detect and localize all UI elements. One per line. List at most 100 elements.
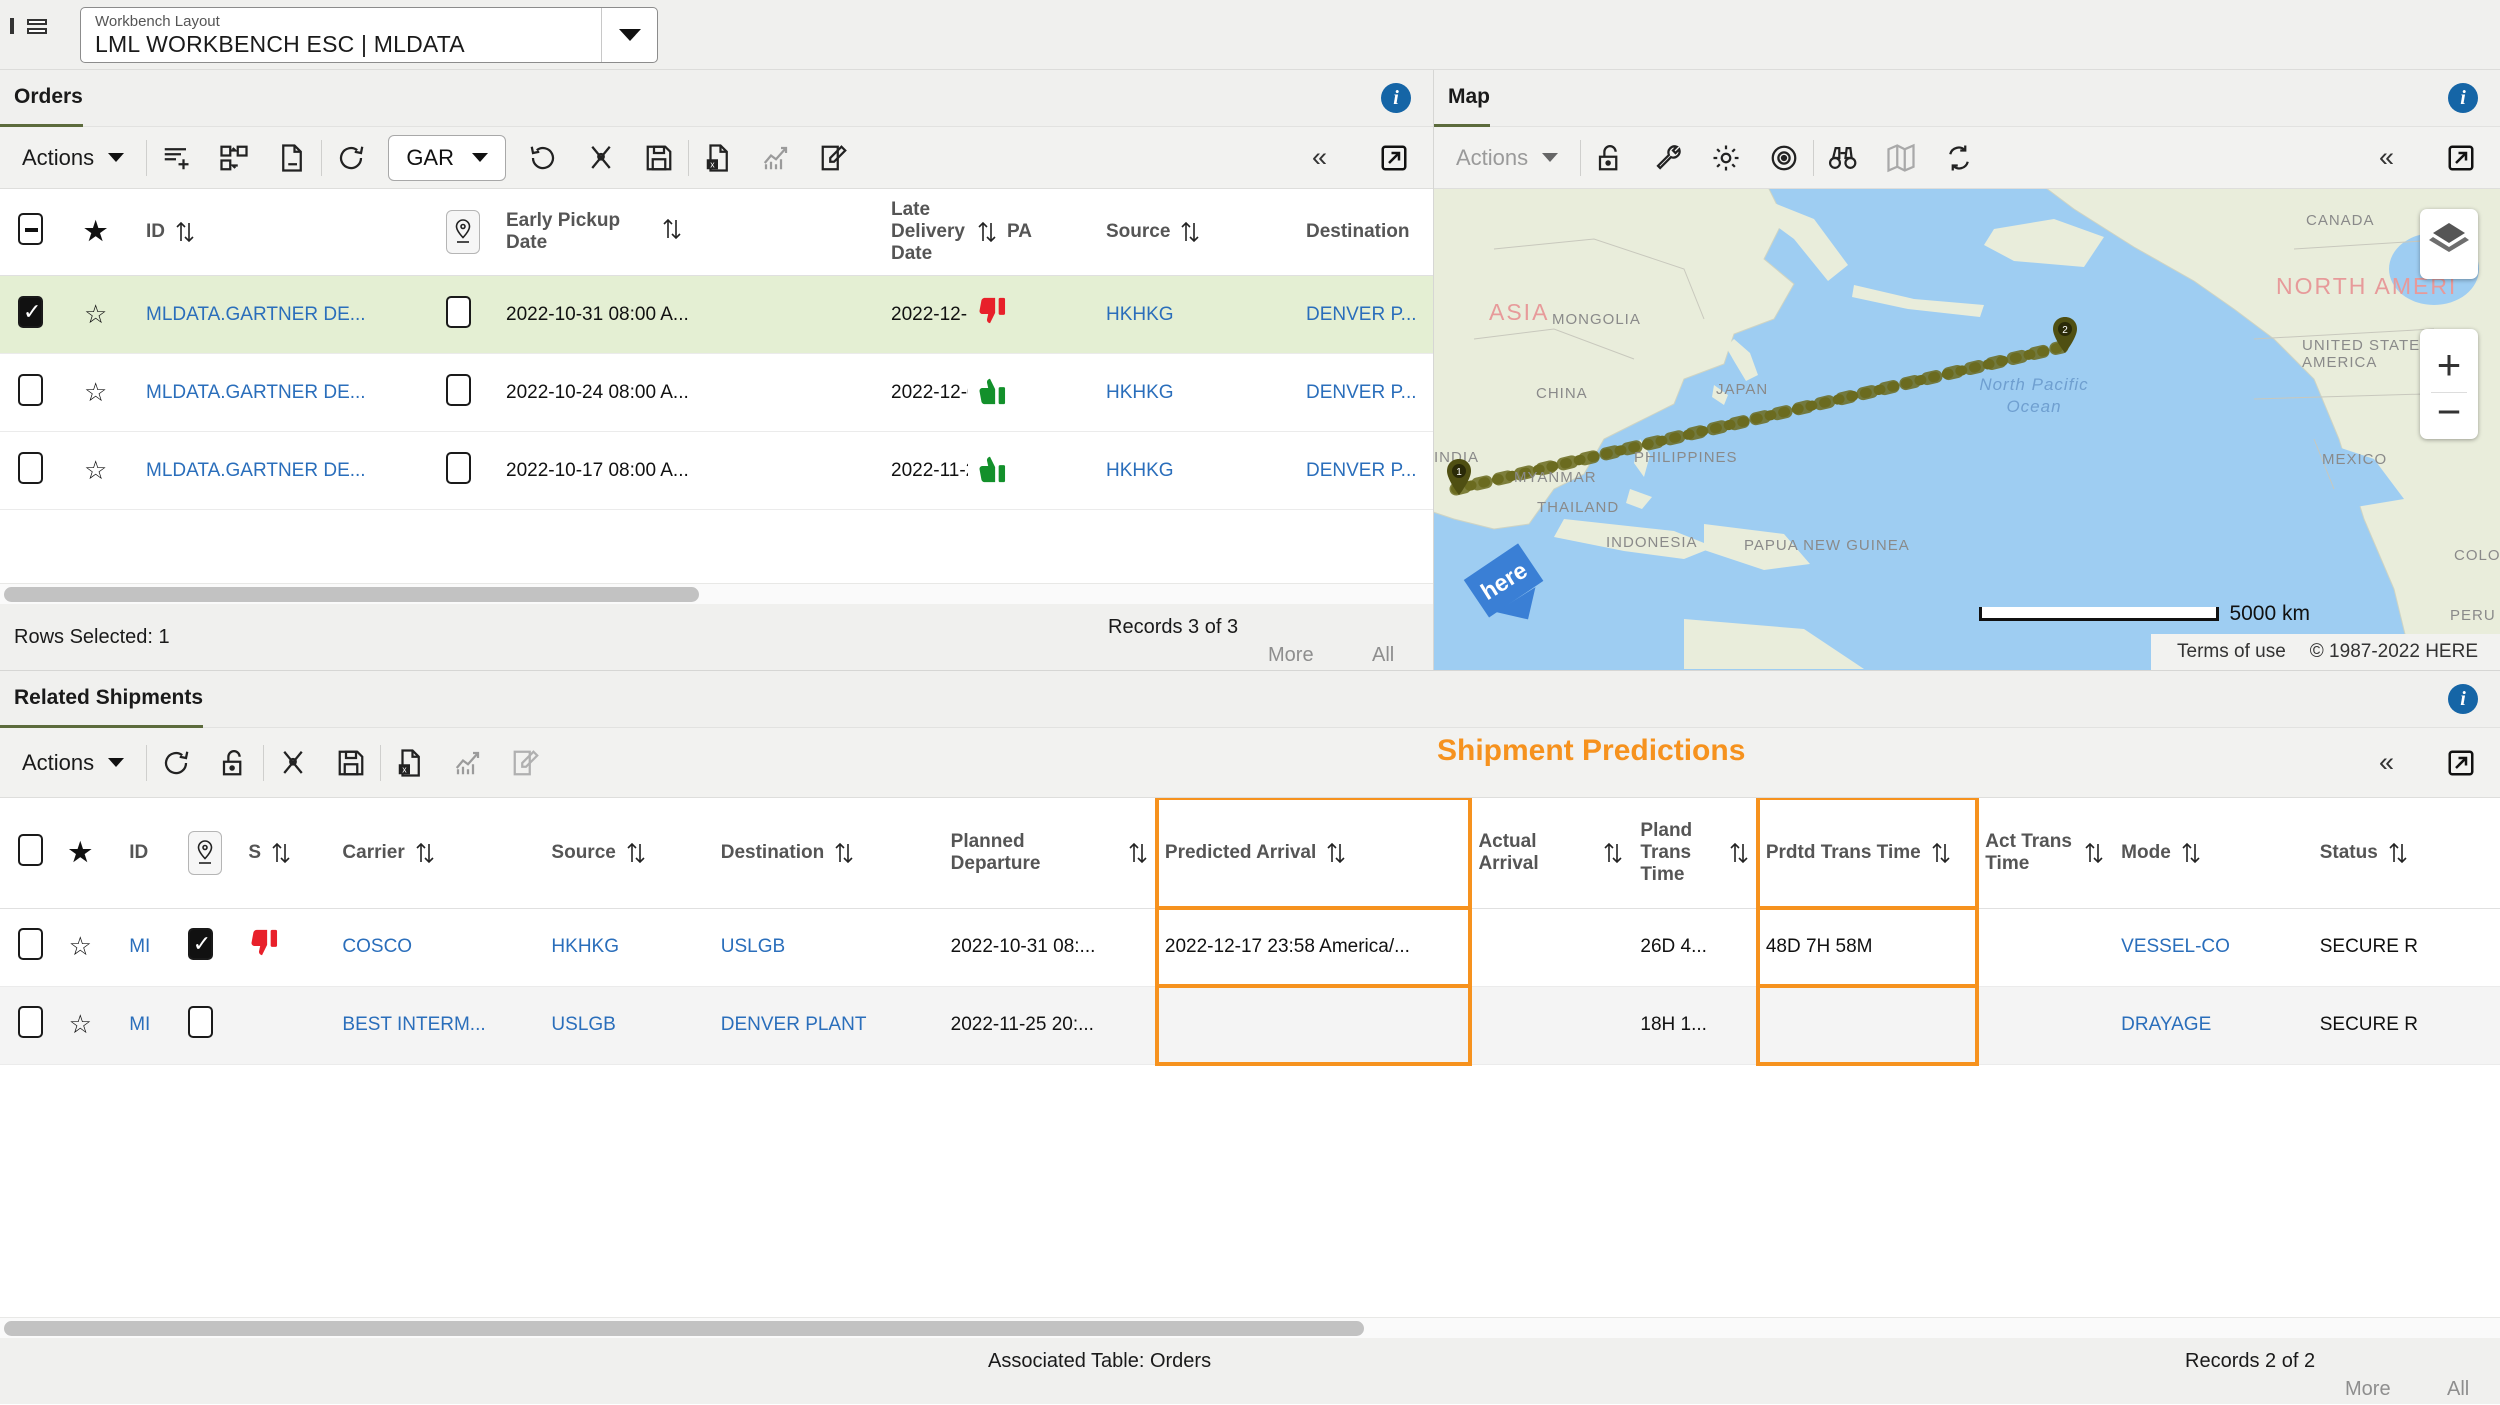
orders-pin-header[interactable]	[438, 189, 498, 276]
zoom-out-button[interactable]: −	[2437, 397, 2462, 427]
orders-col-late-delivery-date[interactable]: Late Delivery Date	[883, 189, 968, 276]
related-col-actual_arrival[interactable]: Actual Arrival	[1470, 798, 1632, 908]
sort-icon[interactable]	[1602, 840, 1624, 866]
refresh-sync-icon[interactable]	[1930, 134, 1988, 182]
orders-col-early-pickup-sort[interactable]	[653, 189, 883, 276]
open-external-icon[interactable]	[2432, 739, 2490, 787]
related-col-planned_departure[interactable]: Planned Departure	[943, 798, 1157, 908]
related-all-button[interactable]: All	[2447, 1378, 2469, 1401]
export-excel-icon[interactable]: x	[689, 134, 747, 182]
chevron-up-icon[interactable]: «	[2371, 749, 2402, 776]
row-pin-checkbox[interactable]	[446, 452, 471, 484]
row-source-cell[interactable]: USLGB	[543, 986, 712, 1064]
orders-actions-button[interactable]: Actions	[0, 145, 146, 171]
related-col-mode[interactable]: Mode	[2113, 798, 2312, 908]
chart-icon[interactable]	[439, 739, 497, 787]
row-star-cell[interactable]: ☆	[61, 908, 122, 986]
related-col-act_trans_time[interactable]: Act Trans Time	[1977, 798, 2113, 908]
row-pin-cell[interactable]	[180, 908, 241, 986]
orders-col-source[interactable]: Source	[1098, 189, 1298, 276]
row-star-cell[interactable]: ☆	[76, 432, 138, 510]
order-id-link[interactable]: MLDATA.GARTNER DE...	[146, 304, 366, 325]
scrollbar-thumb[interactable]	[4, 587, 699, 602]
map-layers-stack-icon[interactable]	[2420, 209, 2478, 279]
row-carrier-cell[interactable]: COSCO	[334, 908, 543, 986]
related-col-prdtd_trans_time[interactable]: Prdtd Trans Time	[1758, 798, 1977, 908]
row-select-cell[interactable]	[0, 432, 76, 510]
refresh-circle-icon[interactable]	[322, 134, 380, 182]
sort-icon[interactable]	[1728, 840, 1750, 866]
star-icon[interactable]: ☆	[84, 377, 107, 407]
sort-icon[interactable]	[1179, 219, 1201, 245]
source-link[interactable]: HKHKG	[1106, 304, 1174, 325]
route-destination-marker[interactable]: 2	[2052, 317, 2076, 350]
chevron-up-icon[interactable]: «	[1304, 144, 1335, 171]
row-pin-cell[interactable]	[438, 276, 498, 354]
save-icon[interactable]	[630, 134, 688, 182]
related-col-predicted_arrival[interactable]: Predicted Arrival	[1157, 798, 1471, 908]
route-origin-marker[interactable]: 1	[1446, 459, 1470, 492]
remove-document-icon[interactable]	[263, 134, 321, 182]
row-select-cell[interactable]	[0, 908, 61, 986]
sort-icon[interactable]	[2083, 840, 2105, 866]
table-row[interactable]: ☆MIBEST INTERM...USLGBDENVER PLANT2022-1…	[0, 986, 2500, 1064]
sort-icon[interactable]	[2387, 840, 2409, 866]
related-actions-button[interactable]: Actions	[0, 750, 146, 776]
hamburger-menu-icon[interactable]	[20, 18, 54, 52]
row-pin-cell[interactable]	[438, 354, 498, 432]
row-star-cell[interactable]: ☆	[76, 354, 138, 432]
sort-icon[interactable]	[174, 219, 196, 245]
related-col-destination[interactable]: Destination	[713, 798, 943, 908]
scissors-icon[interactable]	[264, 739, 322, 787]
row-checkbox[interactable]	[18, 296, 43, 328]
select-all-checkbox[interactable]	[18, 213, 43, 245]
binoculars-icon[interactable]	[1814, 134, 1872, 182]
row-source-cell[interactable]: HKHKG	[1098, 276, 1298, 354]
row-pin-cell[interactable]	[438, 432, 498, 510]
refresh-circle-icon[interactable]	[147, 739, 205, 787]
related-col-select[interactable]	[0, 798, 61, 908]
orders-col-early-pickup-date[interactable]: Early Pickup Date	[498, 189, 653, 276]
related-col-star[interactable]: ★	[61, 798, 122, 908]
related-col-pin[interactable]	[180, 798, 241, 908]
destination-link[interactable]: DENVER P...	[1306, 460, 1417, 481]
chart-icon[interactable]	[747, 134, 805, 182]
row-pin-checkbox[interactable]	[188, 1006, 213, 1038]
sort-icon[interactable]	[414, 840, 436, 866]
row-id-cell[interactable]: MI	[121, 908, 180, 986]
orders-all-button[interactable]: All	[1372, 644, 1394, 667]
related-col-pland_trans_time[interactable]: Pland Trans Time	[1632, 798, 1757, 908]
sort-icon[interactable]	[2180, 840, 2202, 866]
map-pin-icon[interactable]	[188, 831, 222, 875]
map-pin-icon[interactable]	[446, 210, 480, 254]
zoom-in-button[interactable]: +	[2437, 342, 2462, 388]
swap-rows-icon[interactable]	[205, 134, 263, 182]
info-icon[interactable]: i	[1381, 83, 1411, 113]
sort-icon[interactable]	[661, 216, 683, 242]
map-actions-button[interactable]: Actions	[1434, 145, 1580, 171]
row-id-cell[interactable]: MLDATA.GARTNER DE...	[138, 276, 438, 354]
info-icon[interactable]: i	[2448, 684, 2478, 714]
row-id-cell[interactable]: MLDATA.GARTNER DE...	[138, 432, 438, 510]
star-icon[interactable]: ☆	[84, 299, 107, 329]
star-icon[interactable]: ★	[84, 216, 107, 246]
table-row[interactable]: ☆MLDATA.GARTNER DE...2022-10-24 08:00 A.…	[0, 354, 1433, 432]
row-id-cell[interactable]: MI	[121, 986, 180, 1064]
sort-icon[interactable]	[625, 840, 647, 866]
related-col-status[interactable]: Status	[2312, 798, 2500, 908]
row-source-cell[interactable]: HKHKG	[1098, 354, 1298, 432]
row-destination-cell[interactable]: USLGB	[713, 908, 943, 986]
row-checkbox[interactable]	[18, 928, 43, 960]
row-select-cell[interactable]	[0, 276, 76, 354]
related-more-button[interactable]: More	[2345, 1378, 2391, 1401]
sort-icon[interactable]	[833, 840, 855, 866]
source-link[interactable]: HKHKG	[551, 936, 619, 957]
mode-link[interactable]: DRAYAGE	[2121, 1014, 2211, 1035]
gear-icon[interactable]	[1697, 134, 1755, 182]
star-icon[interactable]: ☆	[69, 1009, 92, 1039]
edit-icon[interactable]	[805, 134, 863, 182]
row-select-cell[interactable]	[0, 354, 76, 432]
row-checkbox[interactable]	[18, 452, 43, 484]
row-pin-checkbox[interactable]	[188, 928, 213, 960]
mode-link[interactable]: VESSEL-CO	[2121, 936, 2230, 957]
